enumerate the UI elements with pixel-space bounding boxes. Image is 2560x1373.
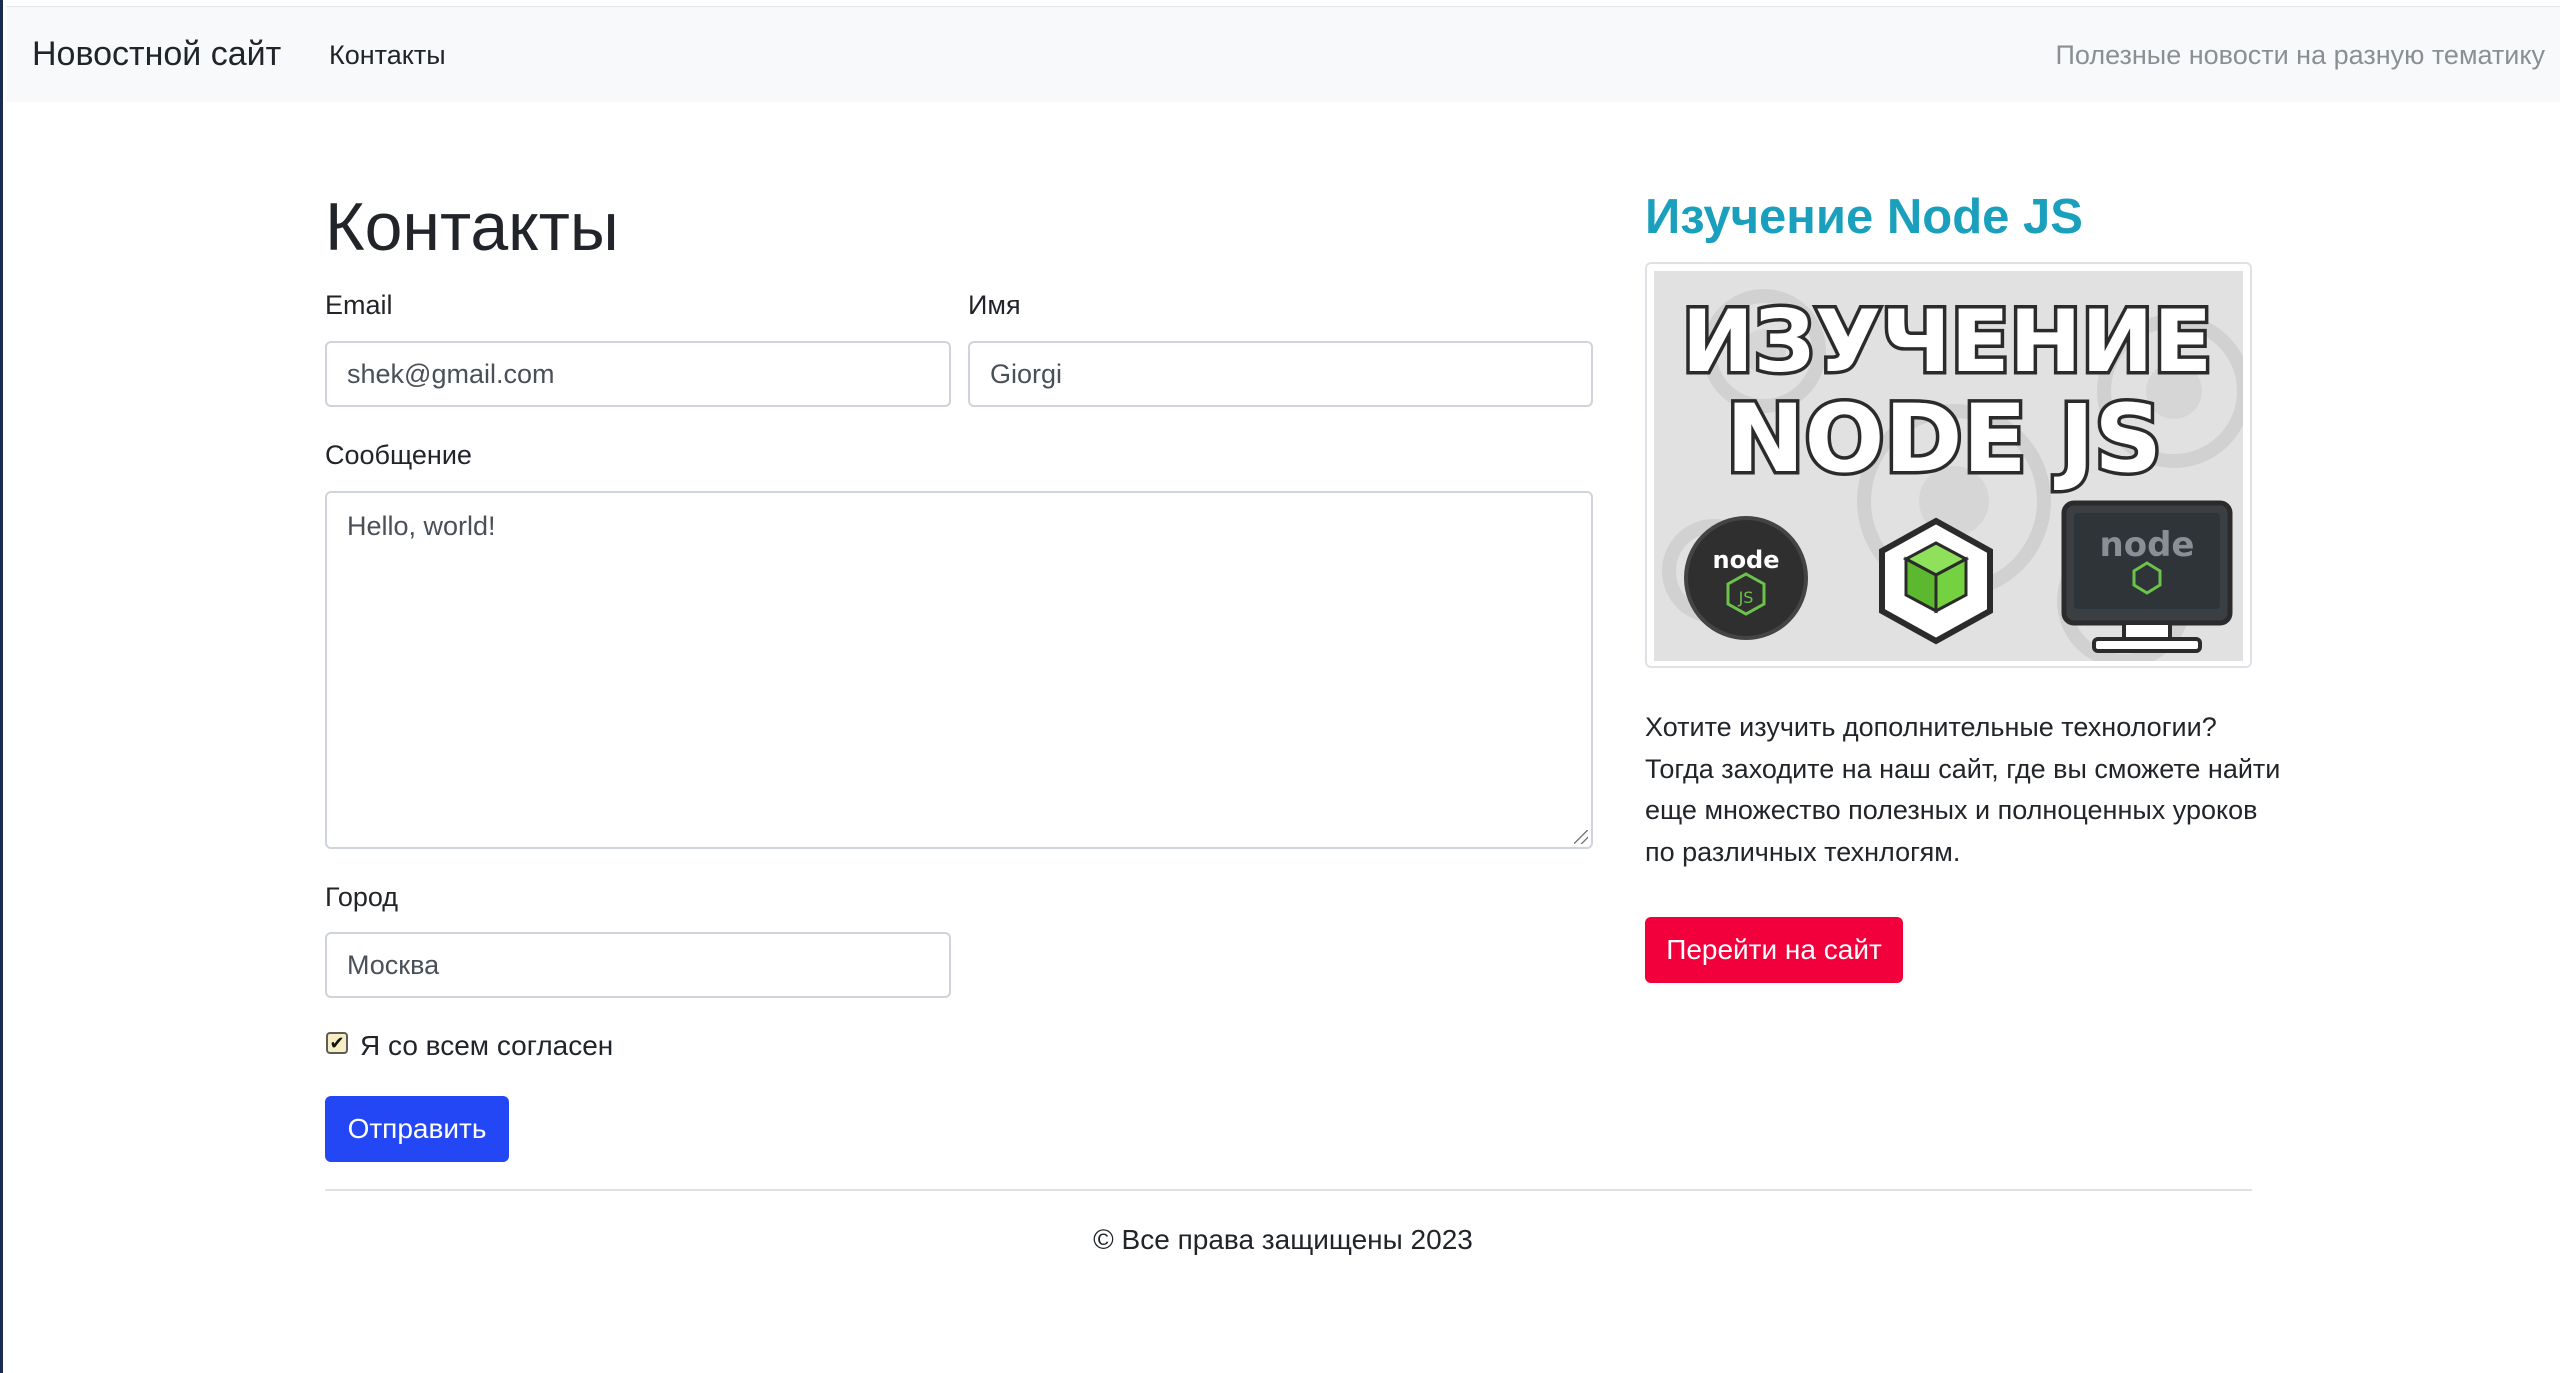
name-label: Имя — [968, 290, 1021, 320]
message-text: Hello, world! — [347, 511, 496, 541]
resize-handle-icon[interactable] — [1574, 830, 1588, 844]
submit-button[interactable]: Отправить — [325, 1096, 509, 1162]
navbar-tagline: Полезные новости на разную тематику — [2055, 40, 2545, 70]
footer-copyright: © Все права защищены 2023 — [1093, 1224, 1473, 1255]
sidebar-description: Хотите изучить дополнительные технологии… — [1645, 712, 2281, 867]
message-label: Сообщение — [325, 440, 472, 470]
cube-icon — [1879, 517, 1993, 645]
email-field[interactable]: shek@gmail.com — [325, 341, 951, 407]
sidebar-title[interactable]: Изучение Node JS — [1645, 189, 2083, 245]
checkmark-icon: ✔ — [329, 1033, 345, 1053]
navbar-brand[interactable]: Новостной сайт — [32, 35, 281, 74]
image-title-line2: NODE JS — [1726, 385, 2162, 494]
svg-text:JS: JS — [1738, 588, 1754, 607]
name-field[interactable]: Giorgi — [968, 341, 1593, 407]
visit-site-button[interactable]: Перейти на сайт — [1645, 917, 1903, 983]
footer-divider — [325, 1189, 2252, 1191]
city-label: Город — [325, 882, 399, 912]
page: Новостной сайт Контакты Полезные новости… — [0, 0, 2560, 1373]
page-title: Контакты — [325, 189, 619, 265]
node-logo-icon: node JS — [1684, 516, 1808, 640]
nodejs-course-image: ИЗУЧЕНИЕ NODE JS node JS node — [1654, 271, 2243, 661]
message-textarea[interactable]: Hello, world! — [325, 491, 1593, 849]
navbar: Новостной сайт Контакты Полезные новости… — [6, 6, 2560, 102]
agree-label[interactable]: Я со всем согласен — [360, 1030, 613, 1062]
image-title-line1: ИЗУЧЕНИЕ — [1682, 292, 2212, 392]
nav-link-contacts[interactable]: Контакты — [329, 40, 446, 71]
svg-text:node: node — [1712, 546, 1779, 574]
agree-checkbox[interactable]: ✔ — [326, 1032, 348, 1054]
city-field[interactable]: Москва — [325, 932, 951, 998]
nodejs-thumbnail: ИЗУЧЕНИЕ NODE JS node JS node — [1645, 262, 2252, 668]
email-label: Email — [325, 290, 393, 320]
svg-text:node: node — [2100, 525, 2195, 565]
